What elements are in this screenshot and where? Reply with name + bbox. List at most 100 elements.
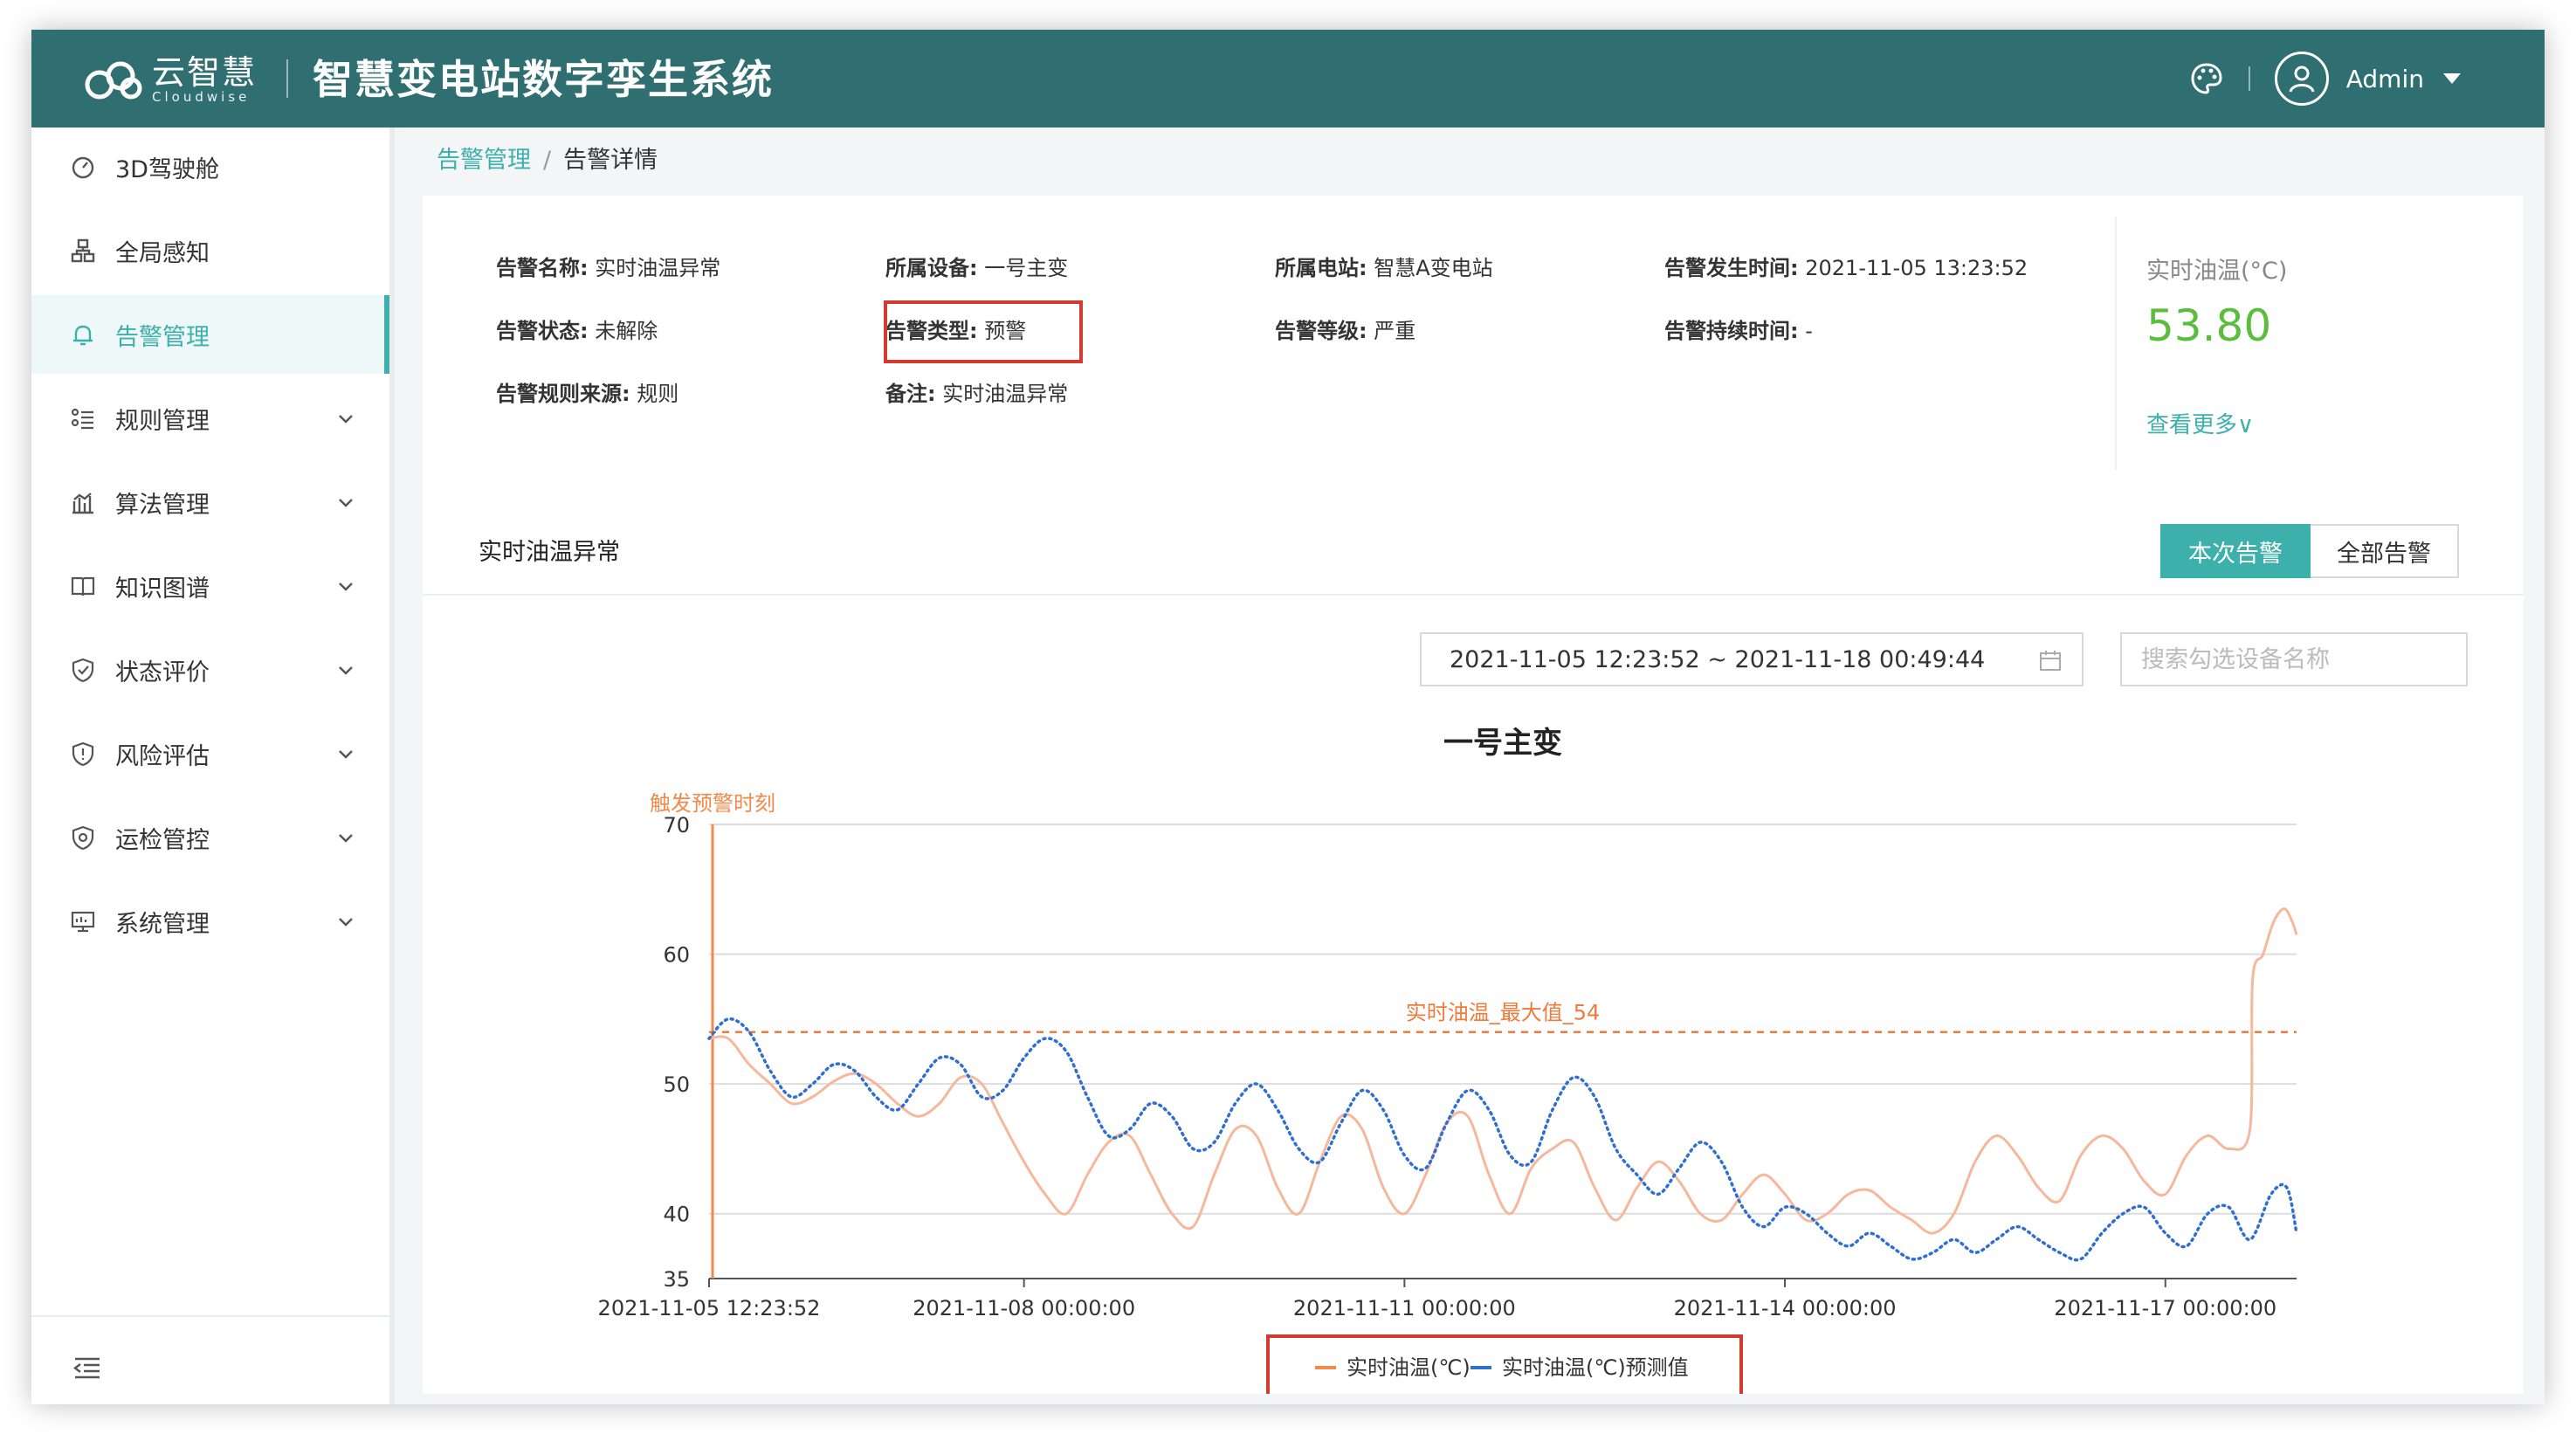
legend-label-predicted: 实时油温(℃)预测值 bbox=[1502, 1355, 1689, 1380]
palette-icon[interactable] bbox=[2189, 61, 2224, 96]
sidebar-item-rule-management[interactable]: 规则管理 bbox=[31, 379, 389, 458]
header-right-divider bbox=[2248, 66, 2250, 91]
x-tick-label: 2021-11-08 00:00:00 bbox=[913, 1296, 1135, 1320]
sidebar-item-alarm-management[interactable]: 告警管理 bbox=[31, 295, 389, 374]
alarm-source-label: 告警规则来源: bbox=[496, 382, 630, 406]
alarm-source-value: 规则 bbox=[637, 382, 679, 406]
chevron-down-icon[interactable] bbox=[335, 492, 356, 513]
logo-subtext: Cloudwise bbox=[152, 89, 251, 105]
sidebar-item-label: 规则管理 bbox=[115, 407, 210, 435]
sidebar-item-label: 系统管理 bbox=[115, 910, 210, 938]
alarm-time-value: 2021-11-05 13:23:52 bbox=[1805, 256, 2028, 280]
chevron-down-icon[interactable] bbox=[335, 827, 356, 848]
alarm-name-label: 告警名称: bbox=[496, 256, 589, 280]
bell-icon bbox=[73, 325, 93, 346]
user-icon bbox=[2289, 65, 2315, 93]
logo: 云智慧 Cloudwise bbox=[80, 49, 257, 110]
breadcrumb-separator: / bbox=[543, 147, 552, 174]
sidebar-item-label: 风险评估 bbox=[115, 742, 210, 770]
breadcrumb: 告警管理 / 告警详情 bbox=[437, 143, 658, 178]
alarm-duration-value: - bbox=[1805, 319, 1813, 343]
logo-text: 云智慧 bbox=[152, 53, 258, 92]
alarm-info-card: 告警名称: 实时油温异常 所属设备: 一号主变 所属电站: 智慧A变电站 告警发… bbox=[423, 196, 2524, 489]
alarm-device-label: 所属设备: bbox=[885, 256, 978, 280]
legend-label-actual: 实时油温(℃) bbox=[1347, 1355, 1471, 1380]
sidebar: 3D驾驶舱 全局感知 告警管理 规则管理 算法管理 知识图谱 状态评价 风险评估… bbox=[31, 128, 395, 1404]
avatar[interactable] bbox=[2274, 52, 2329, 106]
chevron-down-icon[interactable] bbox=[335, 743, 356, 764]
alarm-name-field: 告警名称: 实时油温异常 bbox=[496, 253, 720, 283]
sidebar-item-inspection-control[interactable]: 运检管控 bbox=[31, 798, 389, 877]
breadcrumb-alarm-management[interactable]: 告警管理 bbox=[437, 147, 531, 174]
alarm-duration-label: 告警持续时间: bbox=[1664, 319, 1799, 343]
user-name[interactable]: Admin bbox=[2346, 65, 2424, 93]
chevron-down-icon[interactable] bbox=[335, 659, 356, 680]
max-value-label: 实时油温_最大值_54 bbox=[1406, 1001, 1601, 1025]
alarm-status-label: 告警状态: bbox=[496, 319, 589, 343]
alarm-station-value: 智慧A变电站 bbox=[1374, 256, 1493, 280]
series-predicted-line bbox=[707, 1017, 2298, 1262]
sidebar-item-global-perception[interactable]: 全局感知 bbox=[31, 211, 389, 290]
sidebar-item-algorithm-management[interactable]: 算法管理 bbox=[31, 463, 389, 541]
view-more-link[interactable]: 查看更多∨ bbox=[2146, 407, 2254, 439]
book-icon bbox=[71, 576, 95, 596]
alarm-remark-value: 实时油温异常 bbox=[942, 382, 1069, 406]
chevron-down-icon[interactable] bbox=[335, 911, 356, 932]
bar-chart-icon bbox=[72, 493, 93, 514]
alarm-station-label: 所属电站: bbox=[1275, 256, 1367, 280]
sidebar-item-label: 运检管控 bbox=[115, 826, 210, 854]
alarm-type-highlight-box bbox=[884, 300, 1083, 363]
shield-alert-icon bbox=[72, 741, 94, 767]
sidebar-item-risk-assessment[interactable]: 风险评估 bbox=[31, 714, 389, 793]
x-tick-label: 2021-11-11 00:00:00 bbox=[1293, 1296, 1516, 1320]
realtime-divider bbox=[2115, 217, 2117, 470]
sidebar-item-label: 全局感知 bbox=[115, 239, 210, 267]
monitor-icon bbox=[71, 911, 95, 933]
app-window: 云智慧 Cloudwise 智慧变电站数字孪生系统 Admin 3D驾驶舱 全局… bbox=[31, 30, 2545, 1404]
realtime-temp-value: 53.80 bbox=[2146, 300, 2272, 351]
alarm-name-value: 实时油温异常 bbox=[595, 256, 721, 280]
alarm-station-field: 所属电站: 智慧A变电站 bbox=[1275, 253, 1493, 283]
alarm-remark-field: 备注: 实时油温异常 bbox=[885, 379, 1068, 409]
chevron-down-icon[interactable] bbox=[335, 576, 356, 596]
alarm-source-field: 告警规则来源: 规则 bbox=[496, 379, 678, 409]
top-header: 云智慧 Cloudwise 智慧变电站数字孪生系统 Admin bbox=[31, 30, 2545, 128]
sidebar-item-3d-cockpit[interactable]: 3D驾驶舱 bbox=[31, 128, 389, 206]
sidebar-item-knowledge-graph[interactable]: 知识图谱 bbox=[31, 547, 389, 625]
series-actual-line bbox=[708, 907, 2298, 1235]
collapse-menu-icon[interactable] bbox=[72, 1352, 103, 1383]
alarm-device-value: 一号主变 bbox=[984, 256, 1069, 280]
sidebar-item-label: 状态评价 bbox=[115, 658, 210, 686]
sidebar-item-label: 知识图谱 bbox=[115, 575, 210, 603]
shield-icon bbox=[72, 658, 94, 683]
cloud-logo-icon bbox=[85, 61, 142, 100]
chevron-down-icon[interactable] bbox=[335, 408, 356, 429]
header-divider bbox=[286, 59, 288, 98]
alarm-device-field: 所属设备: 一号主变 bbox=[885, 253, 1068, 283]
alarm-remark-label: 备注: bbox=[885, 382, 936, 406]
sidebar-item-label: 3D驾驶舱 bbox=[115, 155, 219, 183]
list-icon bbox=[71, 408, 93, 430]
sidebar-item-label: 算法管理 bbox=[115, 491, 210, 519]
x-tick-label: 2021-11-05 12:23:52 bbox=[598, 1296, 821, 1320]
chart-card: 实时油温异常 本次告警 全部告警 2021-11-05 12:23:52 ~ 2… bbox=[423, 477, 2524, 1394]
sidebar-item-system-management[interactable]: 系统管理 bbox=[31, 882, 389, 961]
realtime-temp-label: 实时油温(°C) bbox=[2146, 258, 2288, 285]
alarm-status-field: 告警状态: 未解除 bbox=[496, 316, 658, 346]
breadcrumb-current: 告警详情 bbox=[563, 147, 658, 174]
dashboard-icon bbox=[72, 156, 94, 179]
y-tick-label: 40 bbox=[663, 1203, 690, 1227]
sidebar-item-status-evaluation[interactable]: 状态评价 bbox=[31, 631, 389, 709]
y-tick-label: 35 bbox=[663, 1267, 690, 1292]
alarm-time-label: 告警发生时间: bbox=[1664, 256, 1799, 280]
gear-shield-icon bbox=[72, 825, 94, 851]
alarm-time-field: 告警发生时间: 2021-11-05 13:23:52 bbox=[1664, 253, 2028, 283]
user-menu-caret-icon[interactable] bbox=[2443, 73, 2461, 84]
x-tick-label: 2021-11-17 00:00:00 bbox=[2054, 1296, 2276, 1320]
y-tick-label: 70 bbox=[663, 813, 690, 838]
alarm-duration-field: 告警持续时间: - bbox=[1664, 316, 1813, 346]
network-icon bbox=[71, 238, 95, 263]
chart-title: 一号主变 bbox=[1443, 726, 1562, 761]
system-title: 智慧变电站数字孪生系统 bbox=[313, 56, 774, 103]
sidebar-item-label: 告警管理 bbox=[115, 323, 210, 351]
